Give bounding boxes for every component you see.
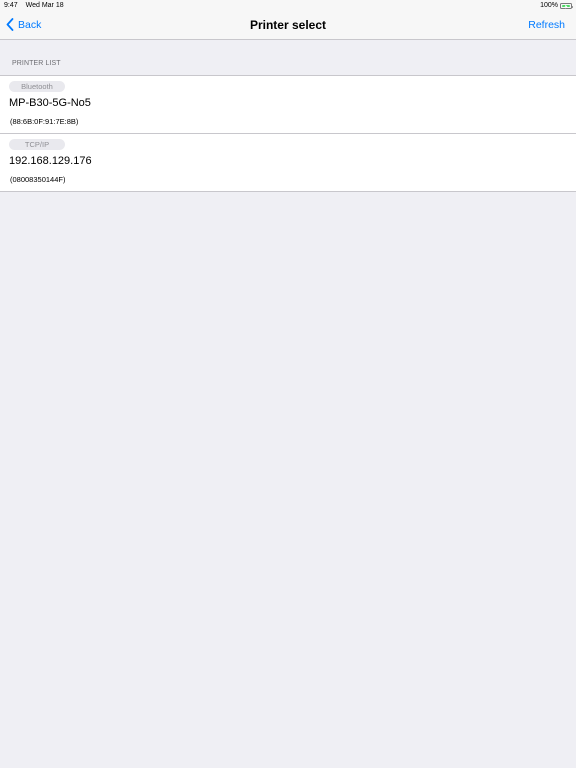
- printer-address: (88:6B:0F:91:7E:8B): [10, 117, 79, 126]
- navigation-bar: Back Printer select Refresh: [0, 12, 576, 40]
- printer-list: Bluetooth MP-B30-5G-No5 (88:6B:0F:91:7E:…: [0, 75, 576, 192]
- battery-icon: [560, 3, 573, 9]
- printer-name: MP-B30-5G-No5: [9, 97, 91, 109]
- printer-item-bluetooth[interactable]: Bluetooth MP-B30-5G-No5 (88:6B:0F:91:7E:…: [0, 76, 576, 133]
- printer-name: 192.168.129.176: [9, 155, 92, 167]
- status-left: 9:47 Wed Mar 18: [4, 0, 64, 12]
- status-right: 100%: [540, 0, 573, 12]
- status-bar: 9:47 Wed Mar 18 100%: [0, 0, 576, 12]
- section-header: PRINTER LIST: [12, 60, 61, 67]
- status-time: 9:47: [4, 2, 18, 9]
- printer-select-screen: 9:47 Wed Mar 18 100% Back Printer select …: [0, 0, 576, 768]
- status-date: Wed Mar 18: [25, 2, 64, 9]
- connection-badge: Bluetooth: [9, 81, 65, 92]
- battery-percent: 100%: [540, 2, 558, 9]
- refresh-button[interactable]: Refresh: [528, 19, 565, 31]
- charging-bolt-icon: [564, 3, 568, 9]
- page-title: Printer select: [249, 18, 327, 32]
- printer-item-tcpip[interactable]: TCP/IP 192.168.129.176 (08008350144F): [0, 133, 576, 191]
- connection-badge: TCP/IP: [9, 139, 65, 150]
- printer-address: (08008350144F): [10, 175, 66, 184]
